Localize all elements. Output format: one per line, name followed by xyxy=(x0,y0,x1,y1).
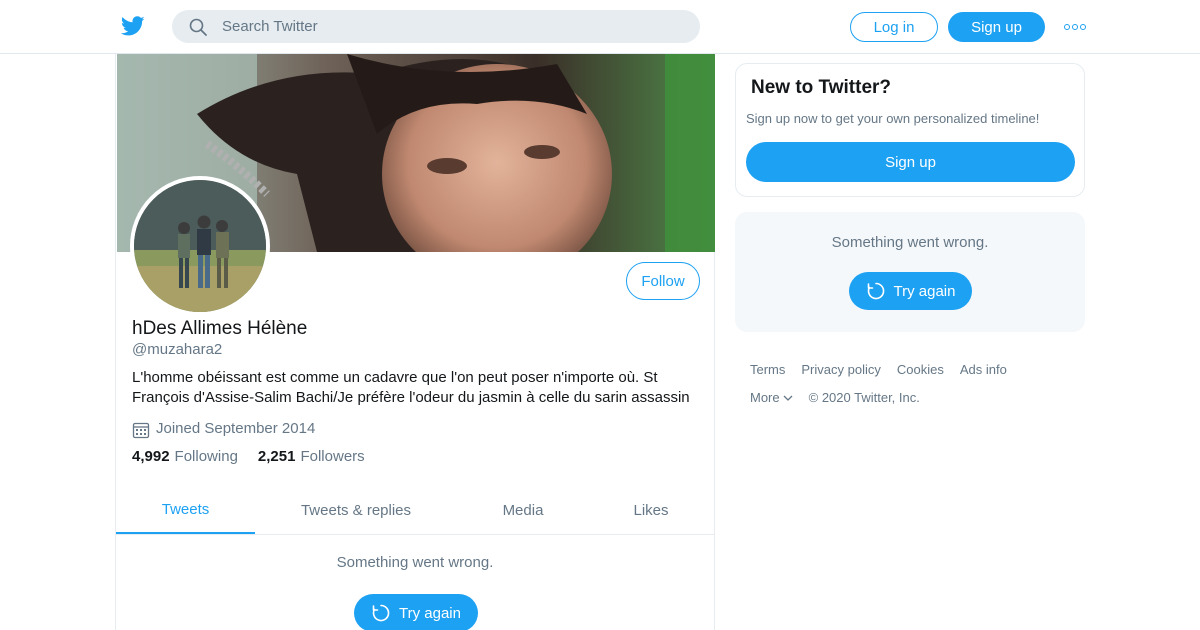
sidebar-error-card: Something went wrong. Try again xyxy=(735,212,1085,332)
new-to-twitter-card: New to Twitter? Sign up now to get your … xyxy=(735,63,1085,197)
tab-likes[interactable]: Likes xyxy=(616,486,686,534)
sidebar-signup-button[interactable]: Sign up xyxy=(746,142,1075,182)
following-stat[interactable]: 4,992 Following xyxy=(132,448,238,465)
profile-name: hDes Allimes Hélène xyxy=(132,318,308,339)
profile-column: Follow hDes Allimes Hélène @muzahara2 L'… xyxy=(115,54,715,630)
twitter-bird-icon[interactable] xyxy=(120,14,146,38)
footer-link-cookies[interactable]: Cookies xyxy=(897,362,944,377)
tab-tweets-replies[interactable]: Tweets & replies xyxy=(286,486,426,534)
chevron-down-icon xyxy=(783,395,793,401)
following-count: 4,992 xyxy=(132,448,170,465)
signup-button[interactable]: Sign up xyxy=(948,12,1045,42)
card-subtitle: Sign up now to get your own personalized… xyxy=(746,111,1040,126)
footer-link-terms[interactable]: Terms xyxy=(750,362,785,377)
tab-media[interactable]: Media xyxy=(486,486,560,534)
footer-copyright: © 2020 Twitter, Inc. xyxy=(808,390,920,405)
card-title: New to Twitter? xyxy=(751,77,892,98)
joined-text: Joined September 2014 xyxy=(156,419,316,437)
joined-date: Joined September 2014 xyxy=(132,417,315,439)
try-again-button[interactable]: Try again xyxy=(354,594,478,630)
followers-count: 2,251 xyxy=(257,448,296,465)
avatar[interactable] xyxy=(130,176,270,316)
profile-bio: L'homme obéissant est comme un cadavre q… xyxy=(132,369,690,406)
follow-button[interactable]: Follow xyxy=(626,262,700,300)
sidebar-error-message: Something went wrong. xyxy=(831,234,989,251)
footer-more-label: More xyxy=(750,390,780,405)
search-icon xyxy=(189,18,207,36)
more-dots-icon[interactable] xyxy=(1064,22,1086,32)
profile-stats: 4,992 Following 2,251 Followers xyxy=(132,448,385,465)
footer-link-ads-info[interactable]: Ads info xyxy=(960,362,1007,377)
profile-tabs: Tweets Tweets & replies Media Likes xyxy=(116,486,714,535)
sidebar-try-again-label: Try again xyxy=(893,282,956,300)
followers-stat[interactable]: 2,251 Followers xyxy=(258,448,365,465)
login-button[interactable]: Log in xyxy=(850,12,938,42)
refresh-icon xyxy=(867,282,884,300)
profile-handle[interactable]: @muzahara2 xyxy=(132,341,222,358)
calendar-icon xyxy=(132,422,150,439)
try-again-label: Try again xyxy=(399,604,461,622)
footer-more-link[interactable]: More xyxy=(750,390,793,405)
search-box[interactable] xyxy=(172,10,700,43)
refresh-icon xyxy=(372,604,390,622)
timeline-error-message: Something went wrong. xyxy=(336,554,494,571)
followers-label: Followers xyxy=(300,448,365,465)
tab-tweets[interactable]: Tweets xyxy=(116,486,255,534)
search-input[interactable] xyxy=(222,10,682,43)
top-navigation-bar: Log in Sign up xyxy=(0,0,1200,54)
footer-link-privacy[interactable]: Privacy policy xyxy=(801,362,880,377)
following-label: Following xyxy=(174,448,238,465)
sidebar-try-again-button[interactable]: Try again xyxy=(849,272,972,310)
footer-links: Terms Privacy policy Cookies Ads info Mo… xyxy=(750,362,1080,418)
